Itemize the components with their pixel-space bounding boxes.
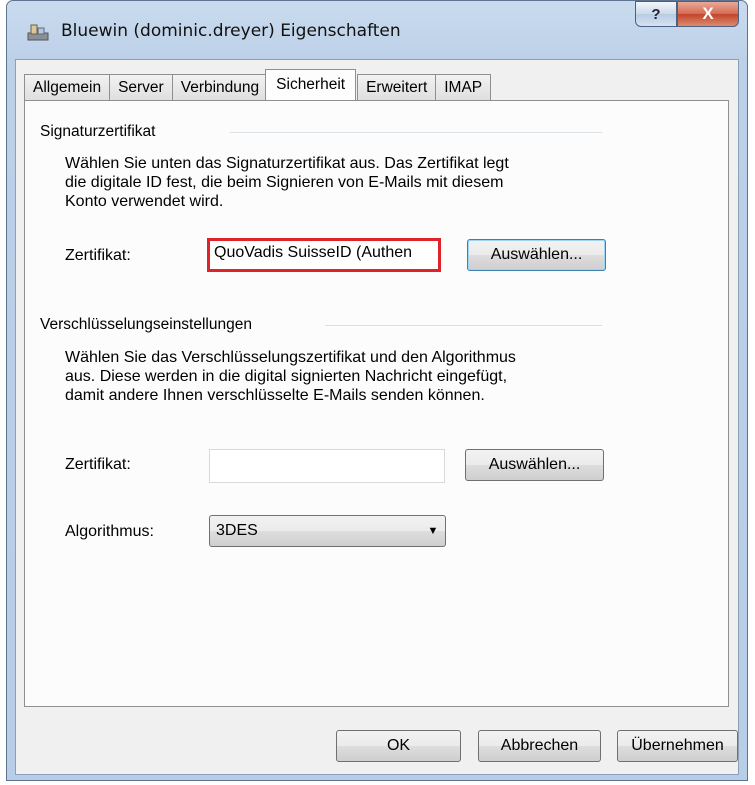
dropdown-arrow-icon: ▼: [427, 525, 439, 537]
encryption-group-divider: [325, 325, 602, 327]
encryption-cert-label: Zertifikat:: [65, 456, 131, 473]
window-title: Bluewin (dominic.dreyer) Eigenschaften: [61, 21, 401, 41]
signature-group-divider: [230, 132, 602, 134]
help-button[interactable]: ?: [635, 1, 677, 27]
tab-erweitert[interactable]: Erweitert: [357, 74, 437, 100]
signature-description-line-2: die digitale ID fest, die beim Signieren…: [65, 174, 504, 191]
security-tab-panel: Signaturzertifikat Wählen Sie unten das …: [24, 100, 729, 707]
signature-cert-label: Zertifikat:: [65, 247, 131, 264]
algorithm-label: Algorithmus:: [65, 523, 154, 540]
signature-group-title: Signaturzertifikat: [40, 123, 156, 140]
encryption-description-line-1: Wählen Sie das Verschlüsselungszertifika…: [65, 349, 516, 366]
signature-description-line-1: Wählen Sie unten das Signaturzertifikat …: [65, 155, 509, 172]
tab-allgemein[interactable]: Allgemein: [24, 74, 111, 100]
help-icon: ?: [651, 5, 661, 23]
signature-description-line-3: Konto verwendet wird.: [65, 193, 224, 210]
signature-cert-field[interactable]: QuoVadis SuisseID (Authen: [207, 238, 441, 272]
tab-server[interactable]: Server: [109, 74, 173, 100]
account-icon: [27, 24, 49, 41]
apply-button[interactable]: Übernehmen: [617, 730, 738, 762]
encryption-cert-field[interactable]: [209, 449, 445, 483]
encryption-description-line-3: damit andere Ihnen verschlüsselte E-Mail…: [65, 387, 485, 404]
ok-button[interactable]: OK: [336, 730, 461, 762]
close-icon: X: [702, 4, 714, 23]
algorithm-dropdown[interactable]: 3DES ▼: [209, 515, 446, 547]
title-bar[interactable]: Bluewin (dominic.dreyer) Eigenschaften ?…: [7, 1, 747, 59]
cancel-button[interactable]: Abbrechen: [478, 730, 601, 762]
close-button[interactable]: X: [677, 1, 739, 27]
encryption-description-line-2: aus. Diese werden in die digital signier…: [65, 368, 508, 385]
tab-strip: Allgemein Server Verbindung Sicherheit E…: [24, 69, 492, 100]
tab-verbindung[interactable]: Verbindung: [171, 74, 269, 100]
encryption-group-title: Verschlüsselungseinstellungen: [40, 316, 252, 333]
tab-sicherheit[interactable]: Sicherheit: [265, 69, 357, 100]
encryption-select-button[interactable]: Auswählen...: [465, 449, 604, 481]
tab-imap[interactable]: IMAP: [435, 74, 492, 100]
algorithm-value: 3DES: [216, 522, 258, 539]
signature-select-button[interactable]: Auswählen...: [467, 239, 606, 271]
